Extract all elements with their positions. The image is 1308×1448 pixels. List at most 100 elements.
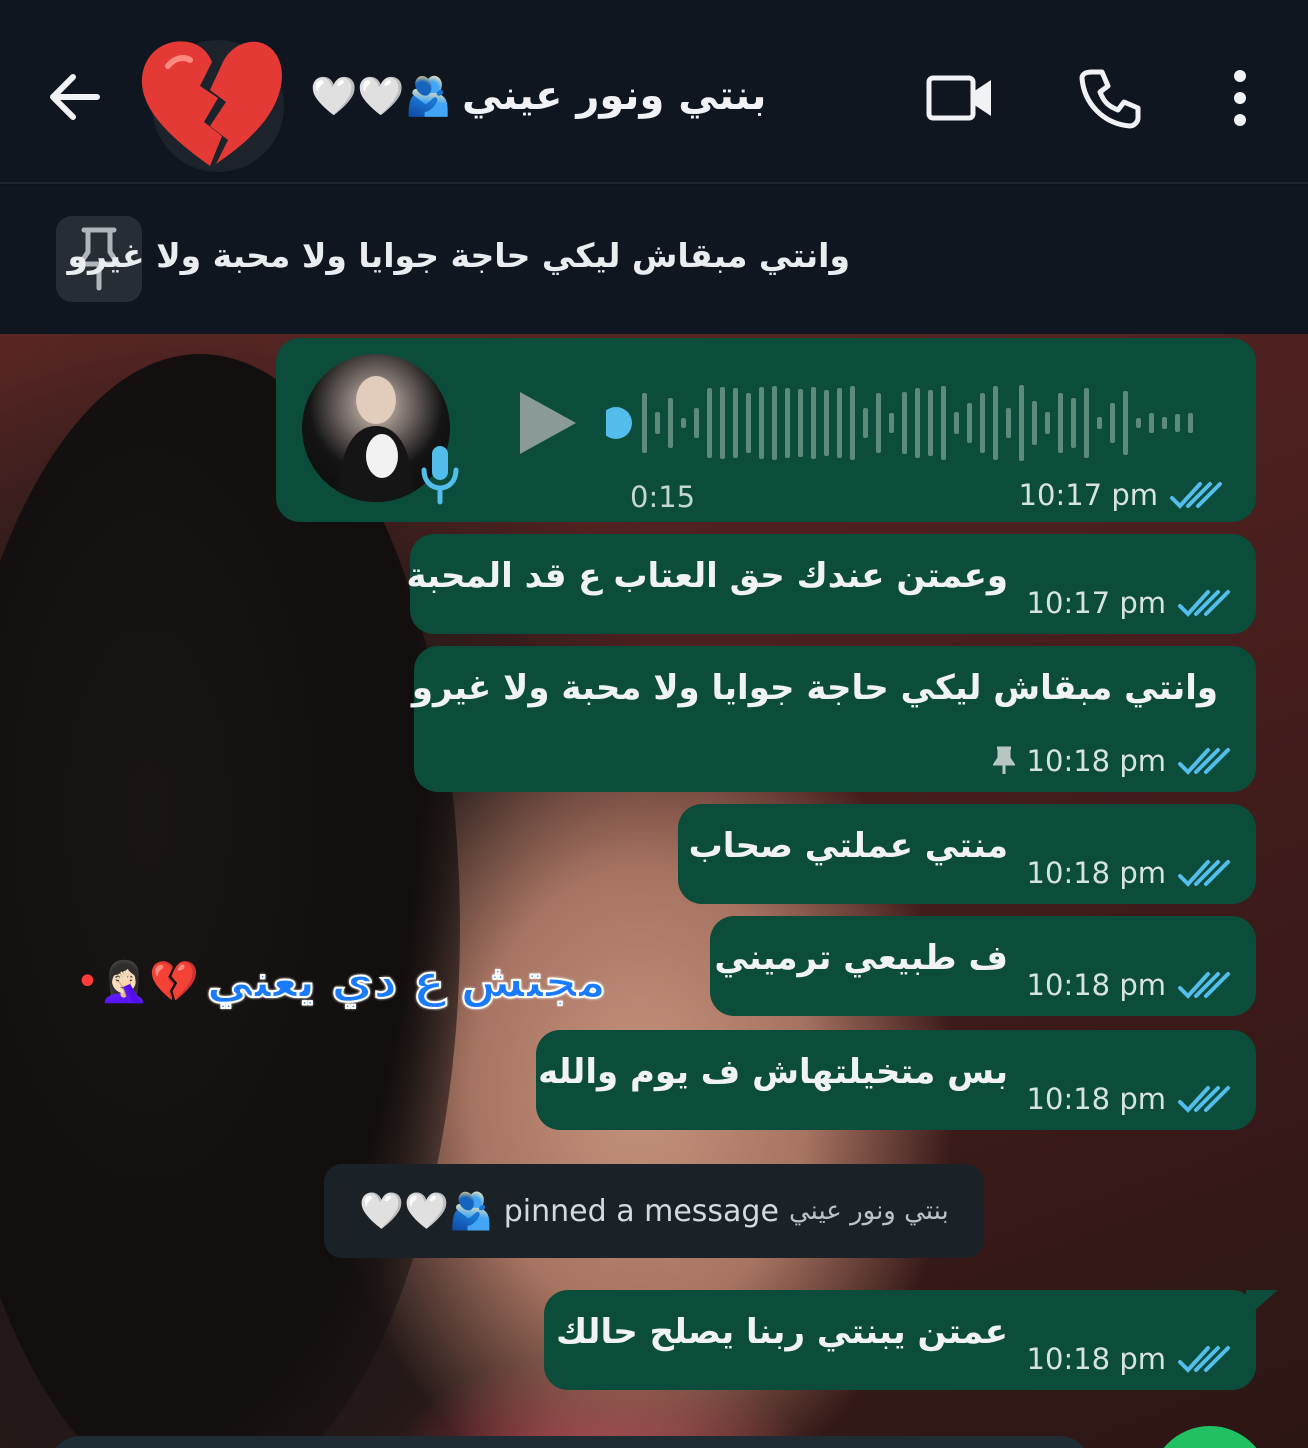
message-meta: 10:17 pm xyxy=(1027,586,1230,620)
waveform-bar xyxy=(1175,414,1180,432)
voice-call-button[interactable] xyxy=(1072,60,1148,136)
double-check-icon xyxy=(1170,482,1222,509)
waveform-bar xyxy=(941,386,946,460)
message-meta: 10:18 pm xyxy=(1027,968,1230,1002)
waveform-bar xyxy=(1084,388,1089,458)
back-button[interactable] xyxy=(40,62,110,132)
waveform-bar xyxy=(954,412,959,434)
more-vertical-icon xyxy=(1234,70,1246,126)
waveform-bar xyxy=(837,388,842,458)
waveform-bar xyxy=(915,388,920,458)
waveform-bar xyxy=(759,387,764,459)
overflow-menu-button[interactable] xyxy=(1202,60,1278,136)
waveform-bar xyxy=(993,386,998,460)
waveform-bar xyxy=(1045,412,1050,434)
message-bubble[interactable]: وعمتن عندك حق العتاب ع قد المحبة 10:17 p… xyxy=(406,534,1256,634)
message-meta: 10:18 pm xyxy=(1027,1082,1230,1116)
message-meta: 10:18 pm xyxy=(992,744,1230,778)
message-time: 10:17 pm xyxy=(1026,586,1166,620)
pinned-message-bar[interactable]: وانتي مبقاش ليكي حاجة جوايا ولا محبة ولا… xyxy=(0,186,1308,334)
contact-avatar[interactable] xyxy=(138,36,286,176)
waveform-bar xyxy=(1149,413,1154,433)
waveform-bar xyxy=(1006,408,1011,438)
pin-icon xyxy=(992,746,1015,774)
waveform-bar xyxy=(655,412,660,434)
message-text: ف طبيعي ترميني xyxy=(714,938,1008,978)
waveform-bar xyxy=(1136,418,1141,428)
message-bubble[interactable]: منتي عملتي صحاب 10:18 pm xyxy=(678,804,1256,904)
waveform-bar xyxy=(1110,403,1115,443)
waveform-bar xyxy=(694,408,699,438)
double-check-icon xyxy=(1178,590,1230,617)
message-text: وانتي مبقاش ليكي حاجة جوايا ولا محبة ولا… xyxy=(411,668,1218,708)
microphone-icon xyxy=(421,446,459,505)
double-check-icon xyxy=(1178,1346,1230,1373)
message-time: 10:18 pm xyxy=(1026,856,1166,890)
waveform-bar xyxy=(1019,385,1024,461)
double-check-icon xyxy=(1178,748,1230,775)
waveform-bar xyxy=(720,387,725,459)
waveform-bar xyxy=(824,390,829,456)
waveform-bar xyxy=(1188,413,1193,433)
system-message-name: بنتي ونور عيني xyxy=(788,1196,949,1226)
message-bubble[interactable]: وانتي مبقاش ليكي حاجة جوايا ولا محبة ولا… xyxy=(411,646,1256,792)
message-input-bar[interactable] xyxy=(50,1436,1090,1448)
message-bubble[interactable]: عمتن يبنتي ربنا يصلح حالك 10:18 pm xyxy=(544,1290,1256,1390)
waveform-bar xyxy=(1071,398,1076,448)
voice-waveform[interactable] xyxy=(606,378,1216,468)
message-text: بس متخيلتهاش ف يوم والله xyxy=(538,1052,1008,1092)
message-text: منتي عملتي صحاب xyxy=(688,826,1008,866)
voice-duration: 0:15 xyxy=(630,480,696,514)
broken-heart-emoji xyxy=(141,40,284,172)
system-message-text: pinned a message xyxy=(503,1193,779,1229)
play-icon[interactable] xyxy=(512,388,582,458)
waveform-bar xyxy=(1097,417,1102,429)
waveform-bar xyxy=(746,393,751,453)
message-meta: 10:17 pm xyxy=(1019,478,1222,512)
waveform-bar xyxy=(707,388,712,458)
arrow-left-icon xyxy=(50,74,100,120)
waveform-bar xyxy=(863,408,868,438)
phone-icon xyxy=(1079,69,1141,129)
message-time: 10:18 pm xyxy=(1026,1082,1166,1116)
double-check-icon xyxy=(1178,972,1230,999)
overlay-caption-text: مجتش ع دي يعني xyxy=(206,953,607,1009)
message-text: وعمتن عندك حق العتاب ع قد المحبة xyxy=(406,556,1008,596)
waveform-bar xyxy=(928,390,933,456)
waveform-bar xyxy=(811,387,816,459)
double-check-icon xyxy=(1178,860,1230,887)
waveform-bar xyxy=(980,393,985,453)
waveform-bar xyxy=(1032,401,1037,445)
system-message: بنتي ونور عيني pinned a message 🫂🤍🤍 xyxy=(324,1164,984,1258)
waveform-bar xyxy=(785,388,790,458)
waveform-bar xyxy=(850,386,855,460)
message-meta: 10:18 pm xyxy=(1027,856,1230,890)
double-check-icon xyxy=(1178,1086,1230,1113)
message-time: 10:18 pm xyxy=(1026,744,1166,778)
title-emoji: 🫂🤍🤍 xyxy=(310,73,452,118)
waveform-bar xyxy=(876,393,881,453)
overlay-caption: مجتش ع دي يعني 💔🤦🏻‍♀️• xyxy=(75,936,607,1026)
waveform-bar xyxy=(772,386,777,460)
message-bubble[interactable]: ف طبيعي ترميني 10:18 pm xyxy=(710,916,1256,1016)
waveform-bar xyxy=(1162,417,1167,429)
voice-message-bubble[interactable]: 0:15 10:17 pm xyxy=(276,338,1256,522)
overlay-caption-emoji: 💔🤦🏻‍♀️• xyxy=(75,958,199,1005)
message-time: 10:18 pm xyxy=(1026,968,1166,1002)
waveform-bar xyxy=(1058,393,1063,453)
waveform-bar xyxy=(733,388,738,458)
message-time: 10:18 pm xyxy=(1026,1342,1166,1376)
video-camera-icon xyxy=(926,75,991,121)
message-bubble[interactable]: بس متخيلتهاش ف يوم والله 10:18 pm xyxy=(536,1030,1256,1130)
system-message-emoji: 🫂🤍🤍 xyxy=(359,1191,494,1232)
waveform-bar xyxy=(967,403,972,443)
waveform-bar xyxy=(1123,391,1128,455)
waveform-bar xyxy=(681,418,686,428)
chat-title: بنتي ونور عيني xyxy=(461,73,767,119)
chat-title-area[interactable]: بنتي ونور عيني 🫂🤍🤍 xyxy=(310,56,766,136)
video-call-button[interactable] xyxy=(922,60,998,136)
waveform-bar xyxy=(902,392,907,454)
message-time: 10:17 pm xyxy=(1018,478,1158,512)
message-text: عمتن يبنتي ربنا يصلح حالك xyxy=(556,1312,1008,1352)
waveform-bar xyxy=(668,398,673,448)
